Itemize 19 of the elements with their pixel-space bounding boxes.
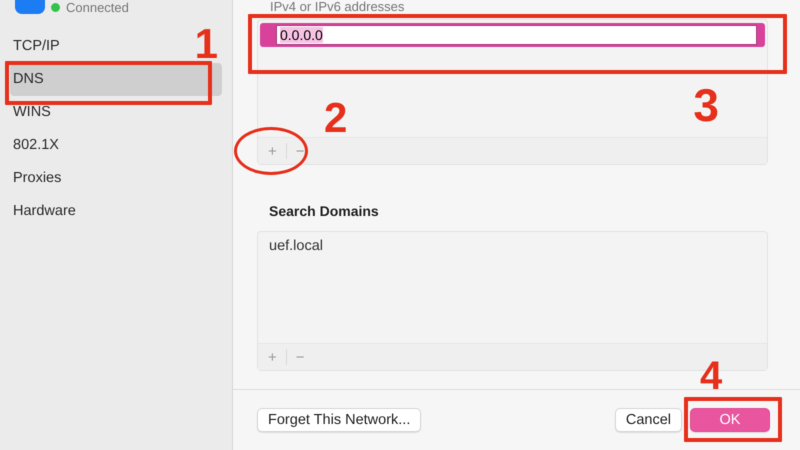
selected-row[interactable]: 0.0.0.0 — [260, 23, 765, 47]
callout-number: 2 — [324, 96, 348, 138]
callout-number: 1 — [194, 23, 218, 65]
sidebar-item[interactable]: DNS — [10, 63, 222, 96]
callout-number: 3 — [693, 82, 719, 128]
address-field[interactable]: 0.0.0.0 — [276, 25, 757, 45]
field-caption: IPv4 or IPv6 addresses — [270, 0, 406, 16]
sidebar-item[interactable]: WINS — [10, 96, 51, 129]
connection-status: Connected — [66, 0, 129, 14]
sidebar-item[interactable]: TCP/IP — [10, 30, 60, 63]
sidebar-item[interactable]: 802.1X — [10, 129, 59, 162]
sidebar-item[interactable]: Proxies — [10, 162, 62, 195]
section-title: Search Domains — [269, 203, 380, 219]
domain-item[interactable]: uef.local — [269, 238, 756, 254]
sidebar-item[interactable]: Hardware — [10, 195, 76, 228]
cancel-button[interactable]: Cancel — [614, 408, 682, 432]
forget-network-button[interactable]: Forget This Network... — [257, 408, 422, 432]
callout-number: 4 — [700, 356, 722, 396]
address-text: 0.0.0.0 — [280, 27, 323, 43]
